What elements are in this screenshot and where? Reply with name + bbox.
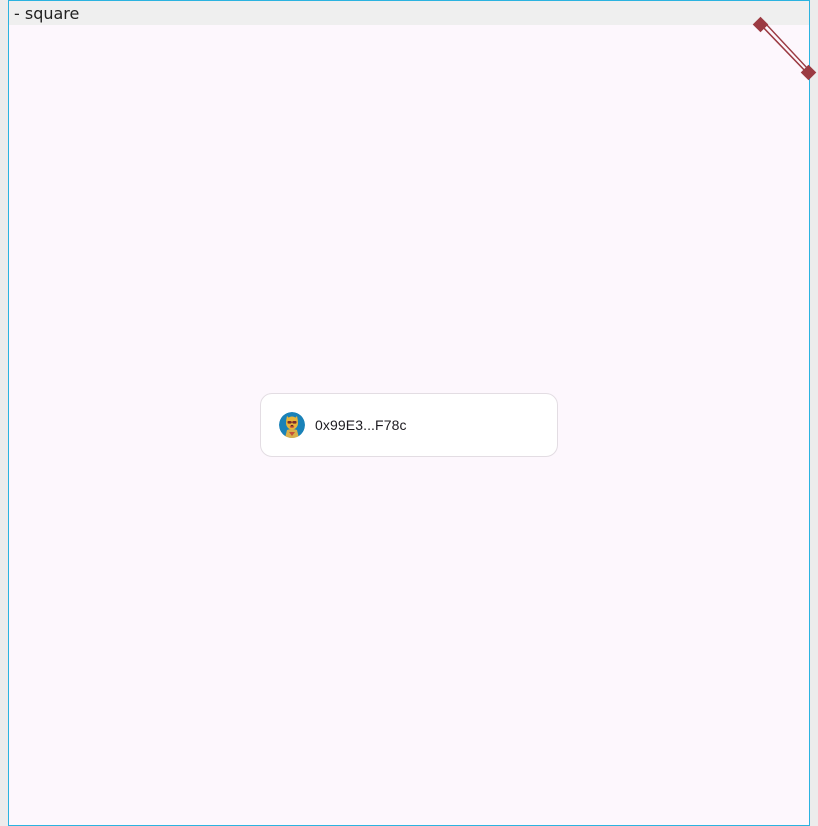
title-bar: - square: [9, 1, 809, 25]
window-title: - square: [14, 4, 80, 23]
account-button[interactable]: 0x99E3...F78c: [260, 393, 558, 457]
wallet-address: 0x99E3...F78c: [315, 417, 407, 433]
nft-avatar-icon: [279, 412, 305, 438]
app-window: - square 0x99E3...F78c: [8, 0, 810, 826]
